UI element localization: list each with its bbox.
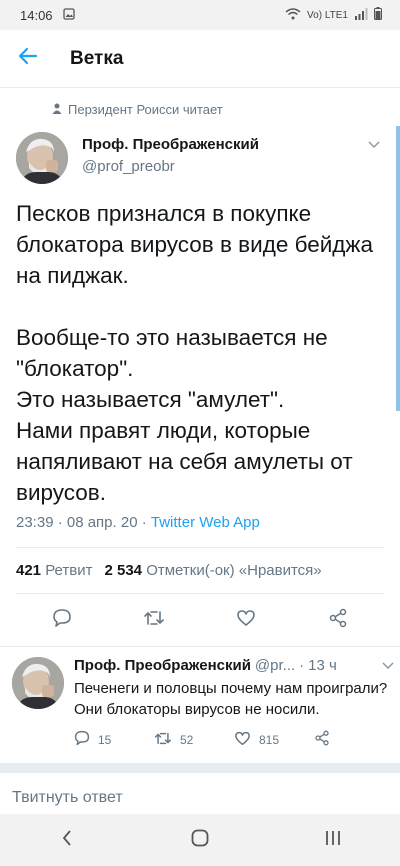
author-name[interactable]: Проф. Преображенский [82, 136, 368, 153]
comment-icon [52, 608, 72, 633]
reply-time: 13 ч [308, 657, 337, 674]
reply-author-name[interactable]: Проф. Преображенский [74, 657, 251, 674]
recents-icon [325, 830, 341, 851]
tweet-meta: 23:39 · 08 апр. 20 · Twitter Web App [16, 514, 384, 531]
reply-likes-count: 815 [259, 732, 280, 747]
battery-icon [374, 7, 382, 23]
retweet-icon [143, 609, 165, 632]
system-nav-bar [0, 814, 400, 866]
reply-like-button[interactable]: 815 [234, 731, 314, 749]
reply-text: Печенеги и половцы почему нам проиграли?… [74, 680, 388, 718]
arrow-left-icon [18, 47, 38, 70]
social-context-text: Перзидент Роисси читает [68, 101, 223, 117]
reply-replies-count: 15 [98, 732, 112, 747]
network-label: Vo) LTE1 [307, 9, 348, 21]
social-context: Перзидент Роисси читает [0, 92, 400, 126]
retweets-label: Ретвит [45, 562, 93, 579]
heart-icon [234, 731, 251, 749]
separator-dot: · [299, 657, 305, 674]
tweet-actions [16, 594, 384, 646]
retweet-icon [154, 731, 172, 749]
thread-indicator [396, 126, 400, 411]
comment-icon [74, 730, 90, 749]
reply-share-button[interactable] [314, 730, 394, 749]
likes-count: 2 534 [104, 562, 143, 579]
author-handle[interactable]: @prof_preobr [82, 158, 368, 175]
retweet-button[interactable] [134, 600, 174, 640]
chevron-down-icon[interactable] [368, 138, 380, 152]
likes-label: Отметки(-ок) «Нравится» [146, 562, 322, 579]
status-bar: 14:06 Vo) LTE1 [0, 0, 400, 30]
chevron-left-icon [62, 829, 72, 851]
signal-icon [354, 7, 368, 23]
app-header: Ветка [0, 30, 400, 88]
home-circle-icon [191, 829, 209, 852]
like-button[interactable] [226, 600, 266, 640]
reply-tweet[interactable]: Проф. Преображенский @pr... · 13 ч Печен… [0, 646, 400, 763]
reply-button[interactable] [42, 600, 82, 640]
reply-retweet-button[interactable]: 52 [154, 731, 234, 749]
page-title: Ветка [70, 47, 124, 69]
share-button[interactable] [318, 600, 358, 640]
tweet-text: Песков признался в покупке блокатора вир… [16, 201, 374, 505]
nav-back-button[interactable] [37, 814, 97, 866]
tweet-source-link[interactable]: Twitter Web App [151, 514, 260, 531]
likes-stat[interactable]: 2 534 Отметки(-ок) «Нравится» [104, 562, 321, 579]
person-icon [52, 102, 62, 117]
share-icon [328, 608, 348, 633]
chevron-down-icon[interactable] [382, 659, 394, 673]
gallery-icon [62, 7, 75, 23]
divider [0, 763, 400, 773]
nav-recents-button[interactable] [303, 814, 363, 866]
status-time: 14:06 [20, 7, 53, 23]
compose-placeholder: Твитнуть ответ [12, 789, 123, 806]
heart-icon [236, 609, 256, 632]
retweets-count: 421 [16, 562, 42, 579]
reply-retweets-count: 52 [180, 732, 194, 747]
retweets-stat[interactable]: 421 Ретвит [16, 562, 92, 579]
wifi-icon [285, 7, 301, 23]
avatar[interactable] [12, 657, 64, 709]
reply-reply-button[interactable]: 15 [74, 730, 154, 749]
back-button[interactable] [0, 30, 56, 88]
share-icon [314, 730, 330, 749]
reply-author-handle[interactable]: @pr... [255, 657, 295, 674]
nav-home-button[interactable] [170, 814, 230, 866]
main-tweet: Проф. Преображенский @prof_preobr Песков… [0, 126, 400, 646]
tweet-stats: 421 Ретвит 2 534 Отметки(-ок) «Нравится» [16, 548, 384, 593]
tweet-timestamp: 23:39 · 08 апр. 20 · [16, 514, 147, 531]
avatar[interactable] [16, 132, 68, 184]
